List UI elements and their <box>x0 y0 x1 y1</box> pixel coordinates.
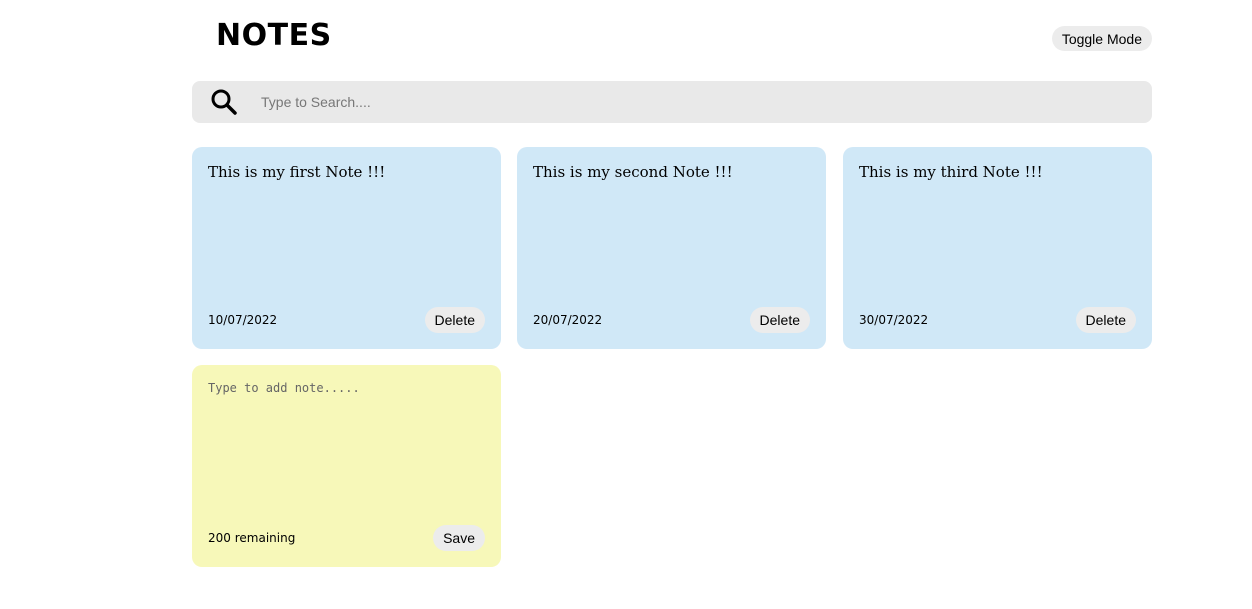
toggle-mode-button[interactable]: Toggle Mode <box>1051 26 1152 51</box>
header: NOTES Toggle Mode <box>192 0 1152 81</box>
note-card: This is my third Note !!! 30/07/2022 Del… <box>843 147 1152 349</box>
characters-remaining: 200 remaining <box>208 531 296 545</box>
delete-note-button[interactable]: Delete <box>749 307 810 333</box>
note-text: This is my first Note !!! <box>208 163 386 181</box>
search-bar <box>192 81 1152 123</box>
notes-app: NOTES Toggle Mode This is my first Note … <box>192 0 1152 567</box>
delete-note-button[interactable]: Delete <box>424 307 485 333</box>
note-text: This is my second Note !!! <box>533 163 733 181</box>
new-note-footer: 200 remaining Save <box>208 525 485 551</box>
note-footer: 30/07/2022 Delete <box>859 307 1136 333</box>
page-title: NOTES <box>216 18 332 53</box>
note-date: 10/07/2022 <box>208 313 278 327</box>
note-date: 20/07/2022 <box>533 313 603 327</box>
note-text: This is my third Note !!! <box>859 163 1043 181</box>
note-footer: 10/07/2022 Delete <box>208 307 485 333</box>
new-note-textarea[interactable] <box>208 381 485 501</box>
note-card: This is my first Note !!! 10/07/2022 Del… <box>192 147 501 349</box>
search-input[interactable] <box>261 87 1152 117</box>
note-footer: 20/07/2022 Delete <box>533 307 810 333</box>
save-note-button[interactable]: Save <box>433 525 485 551</box>
note-card: This is my second Note !!! 20/07/2022 De… <box>517 147 826 349</box>
delete-note-button[interactable]: Delete <box>1075 307 1136 333</box>
note-date: 30/07/2022 <box>859 313 929 327</box>
search-icon <box>210 88 238 116</box>
new-note-card: 200 remaining Save <box>192 365 501 567</box>
